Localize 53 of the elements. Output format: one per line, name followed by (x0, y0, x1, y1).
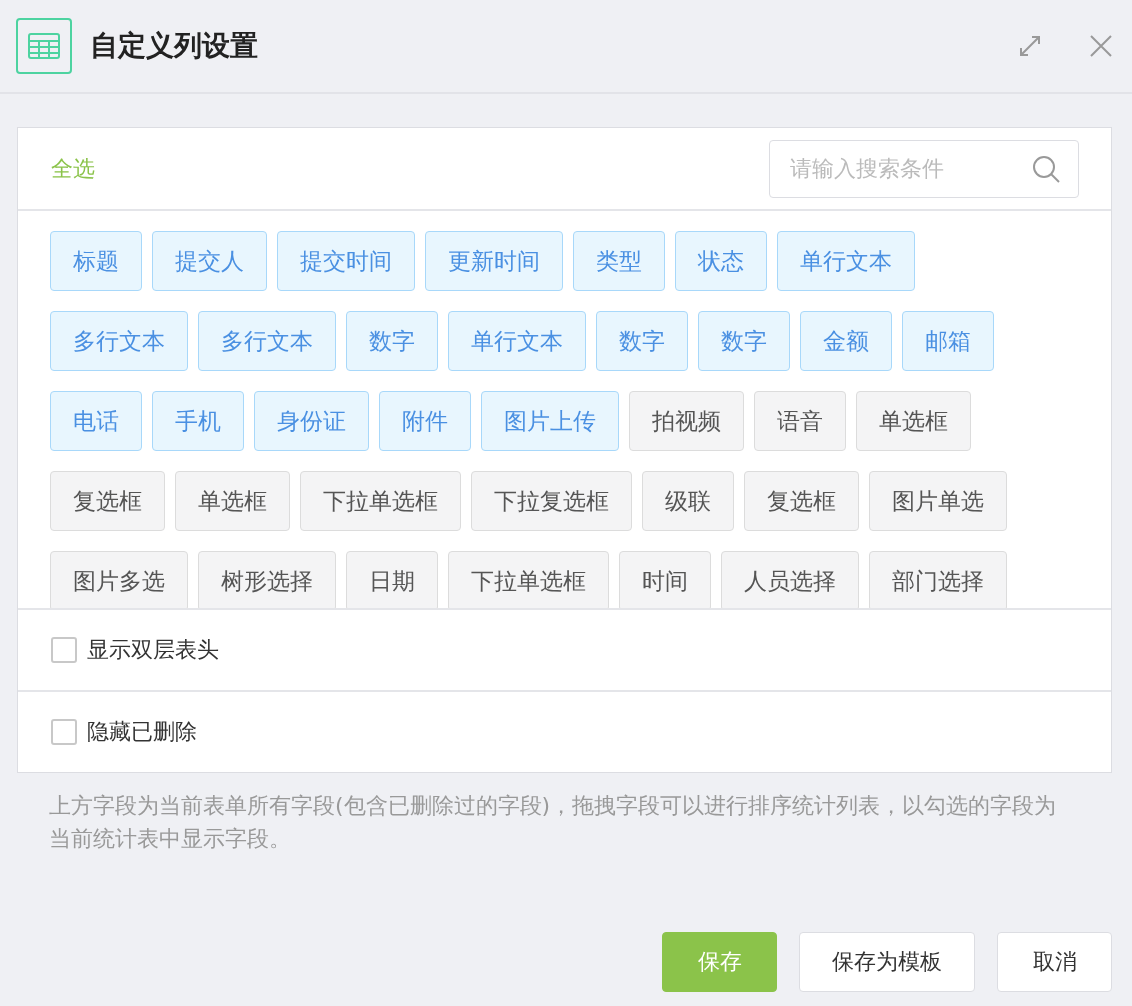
field-tag[interactable]: 更新时间 (425, 231, 563, 291)
field-tag[interactable]: 语音 (754, 391, 846, 451)
field-tag[interactable]: 数字 (596, 311, 688, 371)
save-button[interactable]: 保存 (662, 932, 777, 992)
field-tag[interactable]: 图片多选 (50, 551, 188, 608)
close-icon[interactable] (1090, 35, 1112, 57)
field-tag[interactable]: 图片单选 (869, 471, 1007, 531)
footer-button[interactable]: 保存为模板 (799, 932, 975, 992)
field-tag[interactable]: 标题 (50, 231, 142, 291)
field-tag[interactable]: 状态 (675, 231, 767, 291)
field-tag[interactable]: 单选框 (856, 391, 971, 451)
field-tag[interactable]: 附件 (379, 391, 471, 451)
field-tag[interactable]: 下拉单选框 (300, 471, 461, 531)
field-tag[interactable]: 图片上传 (481, 391, 619, 451)
checkbox-label: 显示双层表头 (87, 636, 219, 664)
field-tag[interactable]: 多行文本 (50, 311, 188, 371)
checkbox-label: 隐藏已删除 (87, 718, 197, 746)
field-tag[interactable]: 身份证 (254, 391, 369, 451)
select-all-link[interactable]: 全选 (51, 153, 95, 184)
search-icon (1032, 154, 1060, 183)
field-tag[interactable]: 提交时间 (277, 231, 415, 291)
field-tag[interactable]: 单行文本 (777, 231, 915, 291)
field-tag[interactable]: 拍视频 (629, 391, 744, 451)
field-tag[interactable]: 单选框 (175, 471, 290, 531)
checkbox[interactable] (51, 719, 77, 745)
field-tag[interactable]: 单行文本 (448, 311, 586, 371)
field-tag[interactable]: 时间 (619, 551, 711, 608)
field-tag[interactable]: 金额 (800, 311, 892, 371)
dialog-title: 自定义列设置 (90, 28, 259, 64)
field-tag[interactable]: 下拉单选框 (448, 551, 609, 608)
field-tag[interactable]: 下拉复选框 (471, 471, 632, 531)
field-tag[interactable]: 类型 (573, 231, 665, 291)
expand-icon[interactable] (1018, 34, 1042, 58)
field-tag[interactable]: 电话 (50, 391, 142, 451)
field-tag[interactable]: 人员选择 (721, 551, 859, 608)
footer-button[interactable]: 取消 (997, 932, 1112, 992)
field-tag[interactable]: 数字 (698, 311, 790, 371)
field-tag[interactable]: 数字 (346, 311, 438, 371)
search-field[interactable]: 请输入搜索条件 (788, 155, 1032, 182)
table-icon (16, 18, 72, 74)
field-tag[interactable]: 部门选择 (869, 551, 1007, 608)
field-tag[interactable]: 复选框 (744, 471, 859, 531)
field-tag[interactable]: 提交人 (152, 231, 267, 291)
field-tag[interactable]: 手机 (152, 391, 244, 451)
field-tag[interactable]: 日期 (346, 551, 438, 608)
hint-text: 上方字段为当前表单所有字段(包含已删除过的字段)，拖拽字段可以进行排序统计列表，以勾选的字段为当前统计表中显示字段。 (49, 792, 1058, 853)
field-tag[interactable]: 多行文本 (198, 311, 336, 371)
field-tag[interactable]: 复选框 (50, 471, 165, 531)
search-box[interactable]: 请输入搜索条件 (769, 139, 1079, 198)
field-tag[interactable]: 邮箱 (902, 311, 994, 371)
checkbox[interactable] (51, 637, 77, 663)
field-tag[interactable]: 树形选择 (198, 551, 336, 608)
field-tag[interactable]: 级联 (642, 471, 734, 531)
